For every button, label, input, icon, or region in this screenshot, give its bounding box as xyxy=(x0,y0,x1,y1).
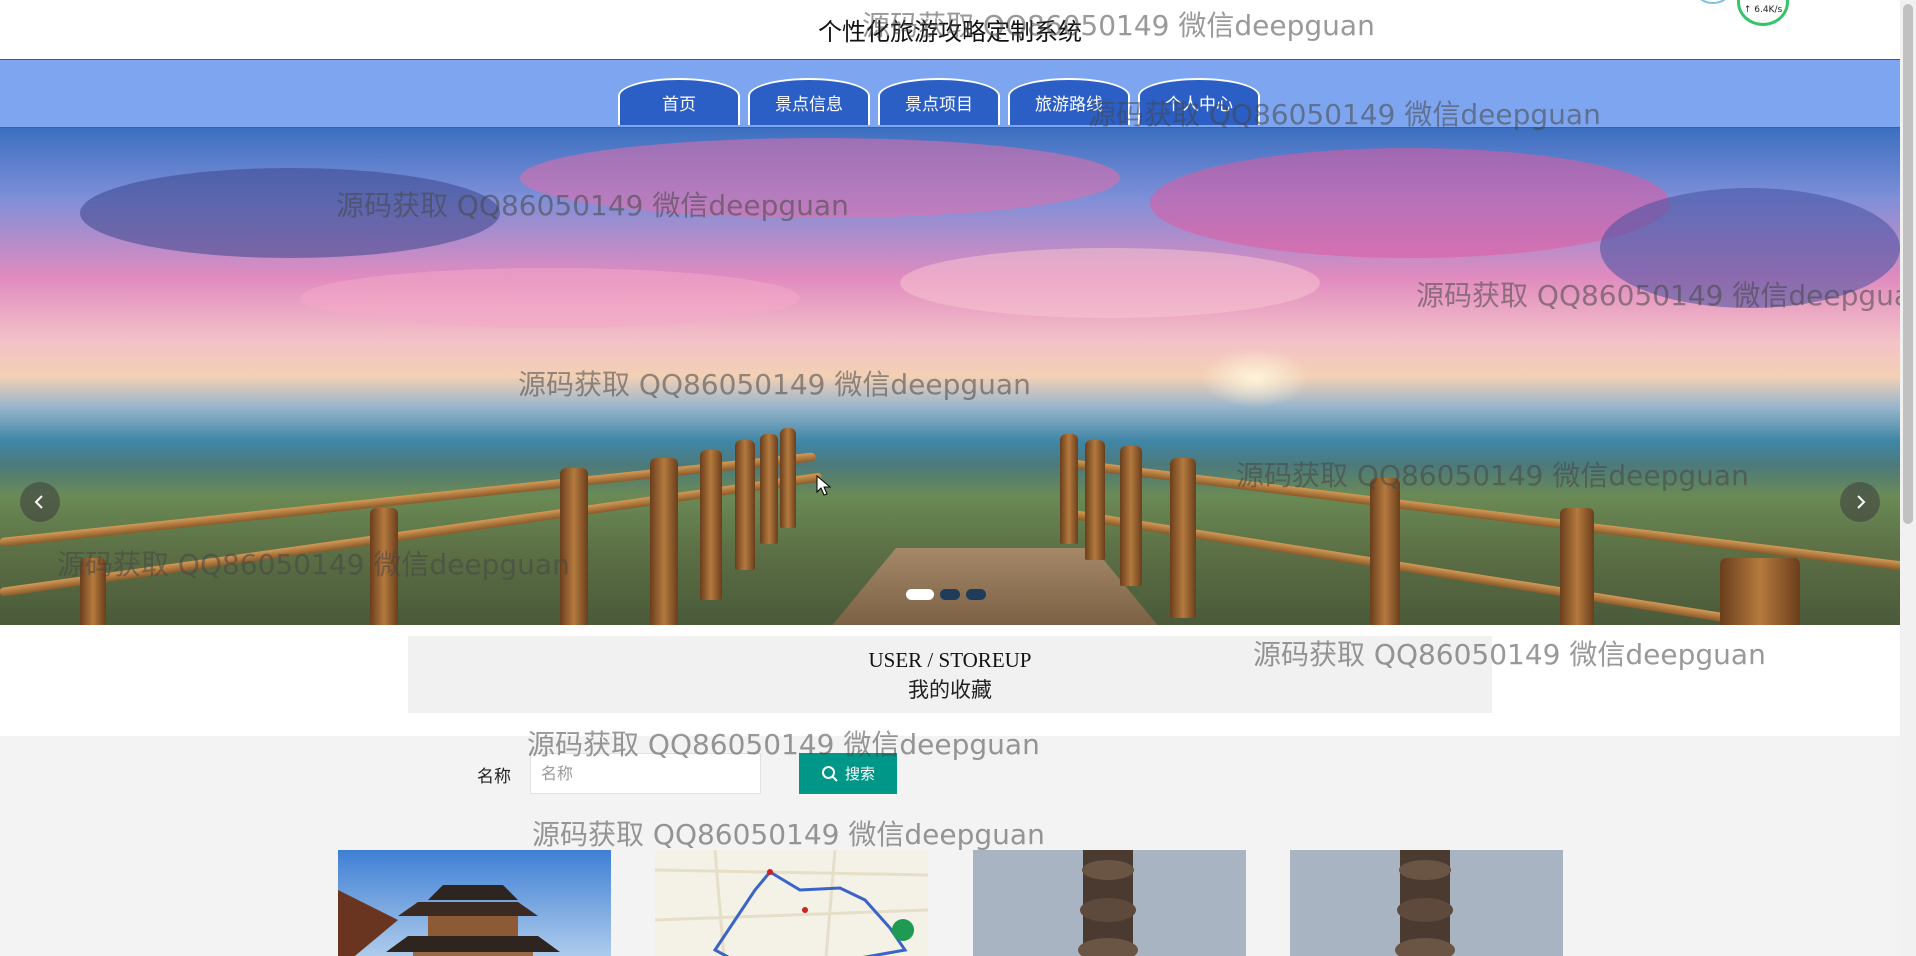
site-title: 个性化旅游攻略定制系统 xyxy=(818,18,1082,46)
carousel-next-button[interactable] xyxy=(1840,482,1880,522)
nav-tab-travel-routes[interactable]: 旅游路线 xyxy=(1008,78,1130,125)
fence-post xyxy=(760,434,778,544)
section-title-cn: 我的收藏 xyxy=(908,678,992,702)
favorite-card[interactable] xyxy=(338,850,611,956)
section-title-en: USER / STOREUP xyxy=(868,648,1032,672)
fence-post xyxy=(1720,558,1800,625)
card-thumbnail xyxy=(973,850,1246,956)
carousel-dot[interactable] xyxy=(966,589,986,600)
search-icon xyxy=(821,765,838,782)
fence-post xyxy=(80,558,106,625)
card-thumbnail xyxy=(338,850,611,956)
chevron-right-icon xyxy=(1857,495,1866,509)
nav-tab-user-center[interactable]: 个人中心 xyxy=(1138,78,1260,125)
sun-glow xyxy=(1200,348,1310,408)
search-button[interactable]: 搜索 xyxy=(799,753,897,794)
search-button-label: 搜索 xyxy=(844,766,875,783)
name-search-input[interactable] xyxy=(530,753,761,794)
card-thumbnail xyxy=(655,850,928,956)
fence-post xyxy=(1120,446,1142,586)
cloud-shape xyxy=(300,268,800,328)
nav-tab-home[interactable]: 首页 xyxy=(618,78,740,125)
fence-post xyxy=(370,508,398,625)
nav-tab-attractions[interactable]: 景点信息 xyxy=(748,78,870,125)
cloud-shape xyxy=(80,168,500,258)
carousel-banner[interactable] xyxy=(0,128,1900,625)
fence-post xyxy=(1370,478,1400,625)
fence-post xyxy=(560,468,588,625)
page: 个性化旅游攻略定制系统 首页 景点信息 景点项目 旅游路线 个人中心 USER … xyxy=(0,0,1900,956)
favorite-card[interactable] xyxy=(1290,850,1563,956)
page-scrollbar[interactable] xyxy=(1900,0,1916,956)
fence-post xyxy=(700,450,722,600)
fence-post xyxy=(1170,458,1196,618)
watermark-text: 源码获取 QQ86050149 微信deepguan xyxy=(532,818,1045,851)
carousel-dot[interactable] xyxy=(940,589,960,600)
cloud-shape xyxy=(1150,148,1670,258)
chevron-left-icon xyxy=(34,495,43,509)
carousel-prev-button[interactable] xyxy=(20,482,60,522)
mouse-cursor-icon xyxy=(816,475,832,496)
carousel-dot[interactable] xyxy=(906,589,934,600)
fence-post xyxy=(780,428,796,528)
favorite-card[interactable] xyxy=(655,850,928,956)
favorite-card[interactable] xyxy=(973,850,1246,956)
fence-post xyxy=(650,458,678,625)
nav-tab-attraction-projects[interactable]: 景点项目 xyxy=(878,78,1000,125)
card-thumbnail xyxy=(1290,850,1563,956)
fence-post xyxy=(1060,434,1078,544)
fence-post xyxy=(1085,440,1105,560)
search-label: 名称 xyxy=(477,767,511,787)
cloud-shape xyxy=(520,138,1120,218)
fence-post xyxy=(1560,508,1594,625)
speed-widget-text: ↑ 6.4K/s xyxy=(1743,5,1783,15)
carousel-indicators xyxy=(906,589,986,600)
section-header: USER / STOREUP 我的收藏 xyxy=(408,636,1492,713)
cloud-shape xyxy=(1600,188,1900,308)
main-nav: 首页 景点信息 景点项目 旅游路线 个人中心 xyxy=(0,60,1900,128)
scrollbar-thumb[interactable] xyxy=(1903,4,1913,524)
top-header: 个性化旅游攻略定制系统 xyxy=(0,0,1900,60)
cloud-shape xyxy=(900,248,1320,318)
boardwalk xyxy=(830,548,1160,625)
nav-tabs: 首页 景点信息 景点项目 旅游路线 个人中心 xyxy=(618,78,1260,127)
fence-post xyxy=(735,440,755,570)
